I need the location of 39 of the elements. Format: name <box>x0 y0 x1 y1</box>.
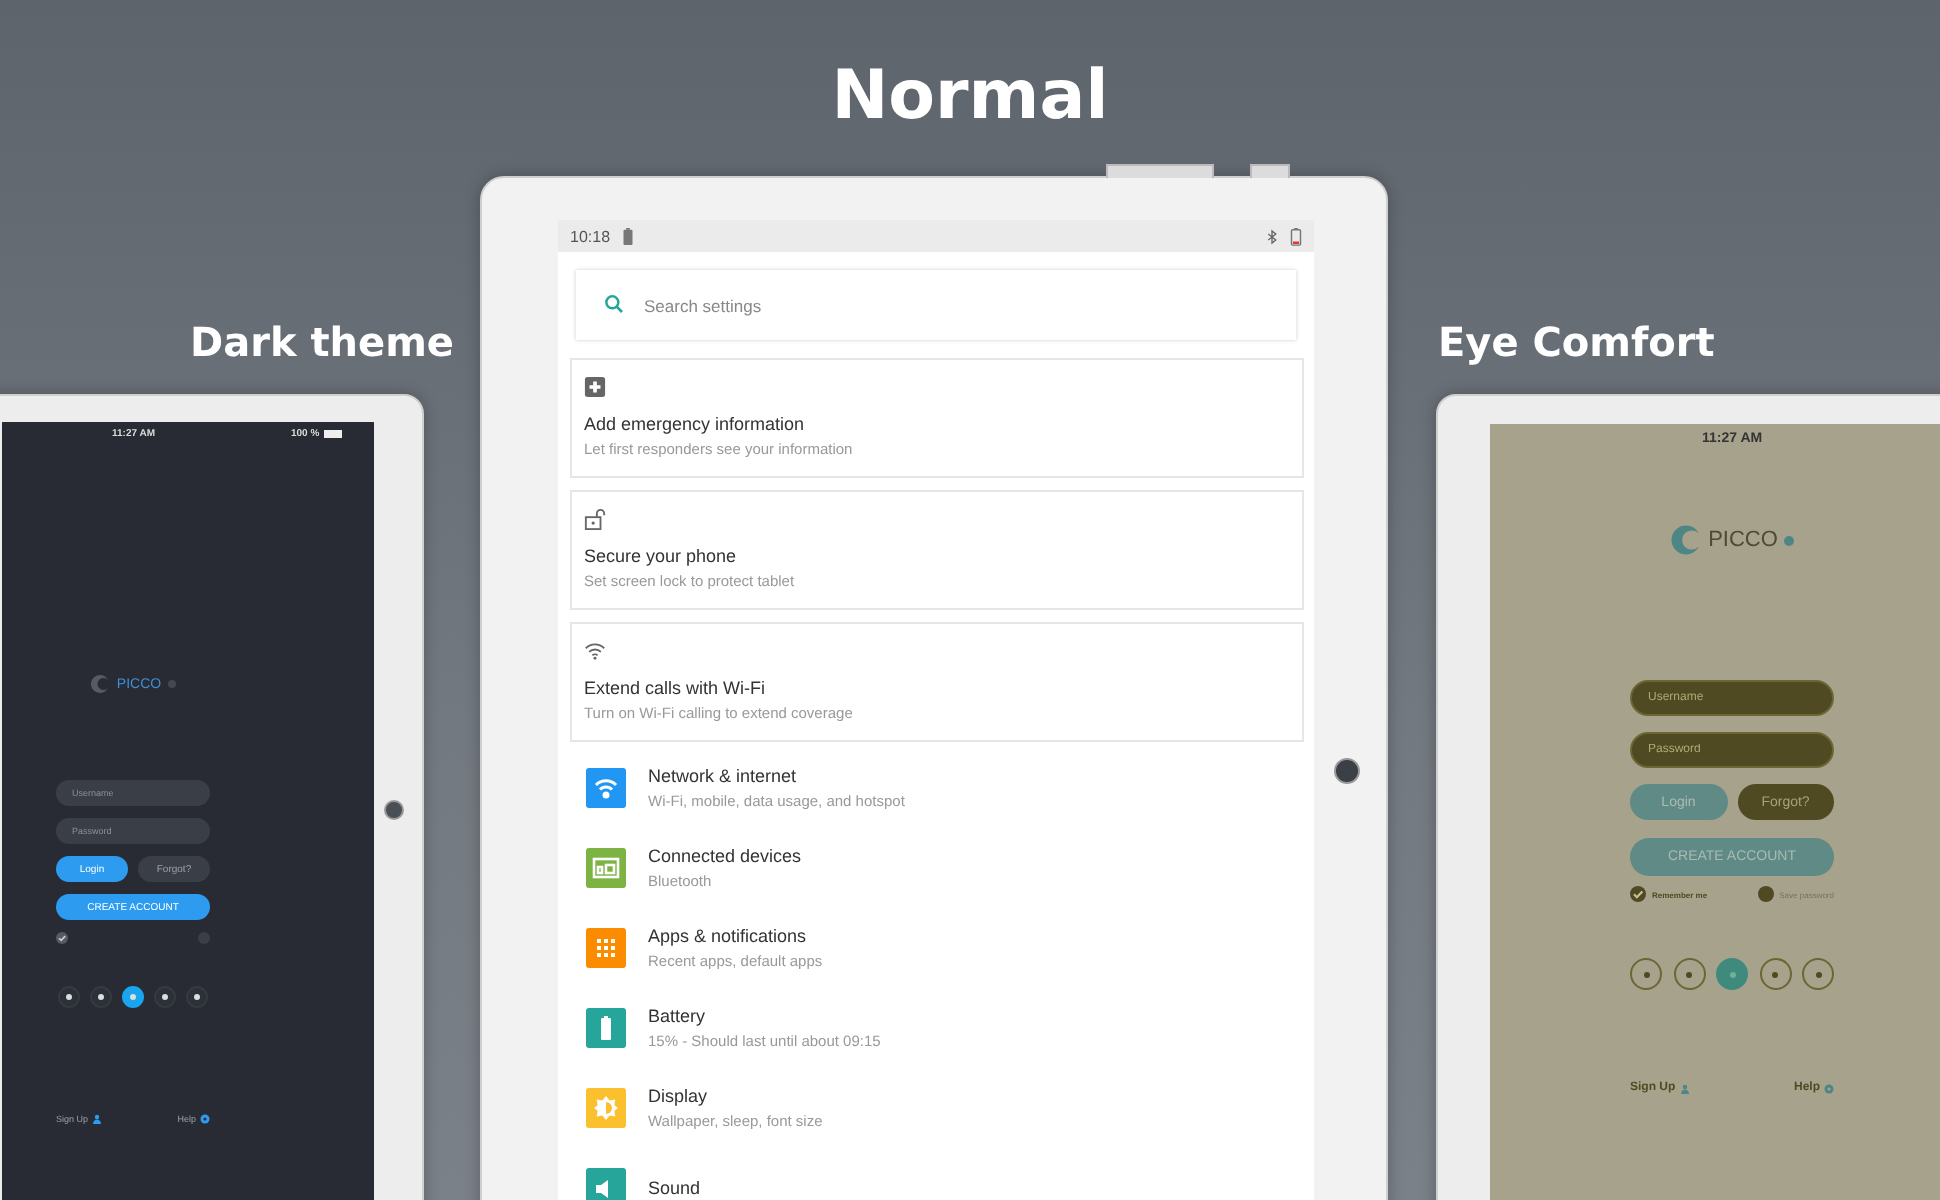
social-button[interactable] <box>90 986 112 1008</box>
item-title: Display <box>648 1086 710 1106</box>
crescent-logo-icon <box>1670 524 1703 556</box>
social-button[interactable] <box>186 986 208 1008</box>
battery-icon <box>1290 227 1302 245</box>
camera-icon <box>384 800 404 820</box>
suggestion-title: Add emergency information <box>584 414 807 434</box>
crescent-logo-icon <box>90 674 111 694</box>
search-icon <box>604 294 624 314</box>
wifi-icon <box>584 640 606 662</box>
checkbox[interactable] <box>56 932 68 944</box>
social-button[interactable] <box>154 986 176 1008</box>
bluetooth-icon <box>1266 227 1278 245</box>
checkbox[interactable] <box>1757 886 1774 902</box>
person-icon <box>1679 1083 1690 1093</box>
battery-icon <box>323 430 342 438</box>
unlocked-lock-icon <box>584 508 606 530</box>
battery-icon <box>622 227 635 245</box>
social-button[interactable] <box>122 986 144 1008</box>
brand-name: PICCO <box>1708 528 1778 552</box>
social-button[interactable] <box>58 986 80 1008</box>
camera-icon <box>1334 758 1360 784</box>
dot-icon <box>1783 535 1794 545</box>
settings-item[interactable]: Sound <box>570 1154 1304 1200</box>
item-title: Apps & notifications <box>648 926 809 946</box>
search-field[interactable]: Search settings <box>576 270 1296 340</box>
suggestion-title: Secure your phone <box>584 546 739 566</box>
item-title: Battery <box>648 1006 708 1026</box>
person-icon <box>92 1114 103 1124</box>
suggestion-title: Extend calls with Wi-Fi <box>584 678 768 698</box>
heading: Dark theme <box>190 318 454 366</box>
heading: Eye Comfort <box>1438 318 1715 366</box>
status-time: 10:18 <box>570 227 611 245</box>
heading: Normal <box>829 56 1111 136</box>
item-title: Connected devices <box>648 846 802 866</box>
checkbox[interactable] <box>1630 886 1646 902</box>
item-title: Network & internet <box>648 766 799 786</box>
plus-square-icon <box>584 376 606 398</box>
item-title: Sound <box>648 1178 701 1198</box>
